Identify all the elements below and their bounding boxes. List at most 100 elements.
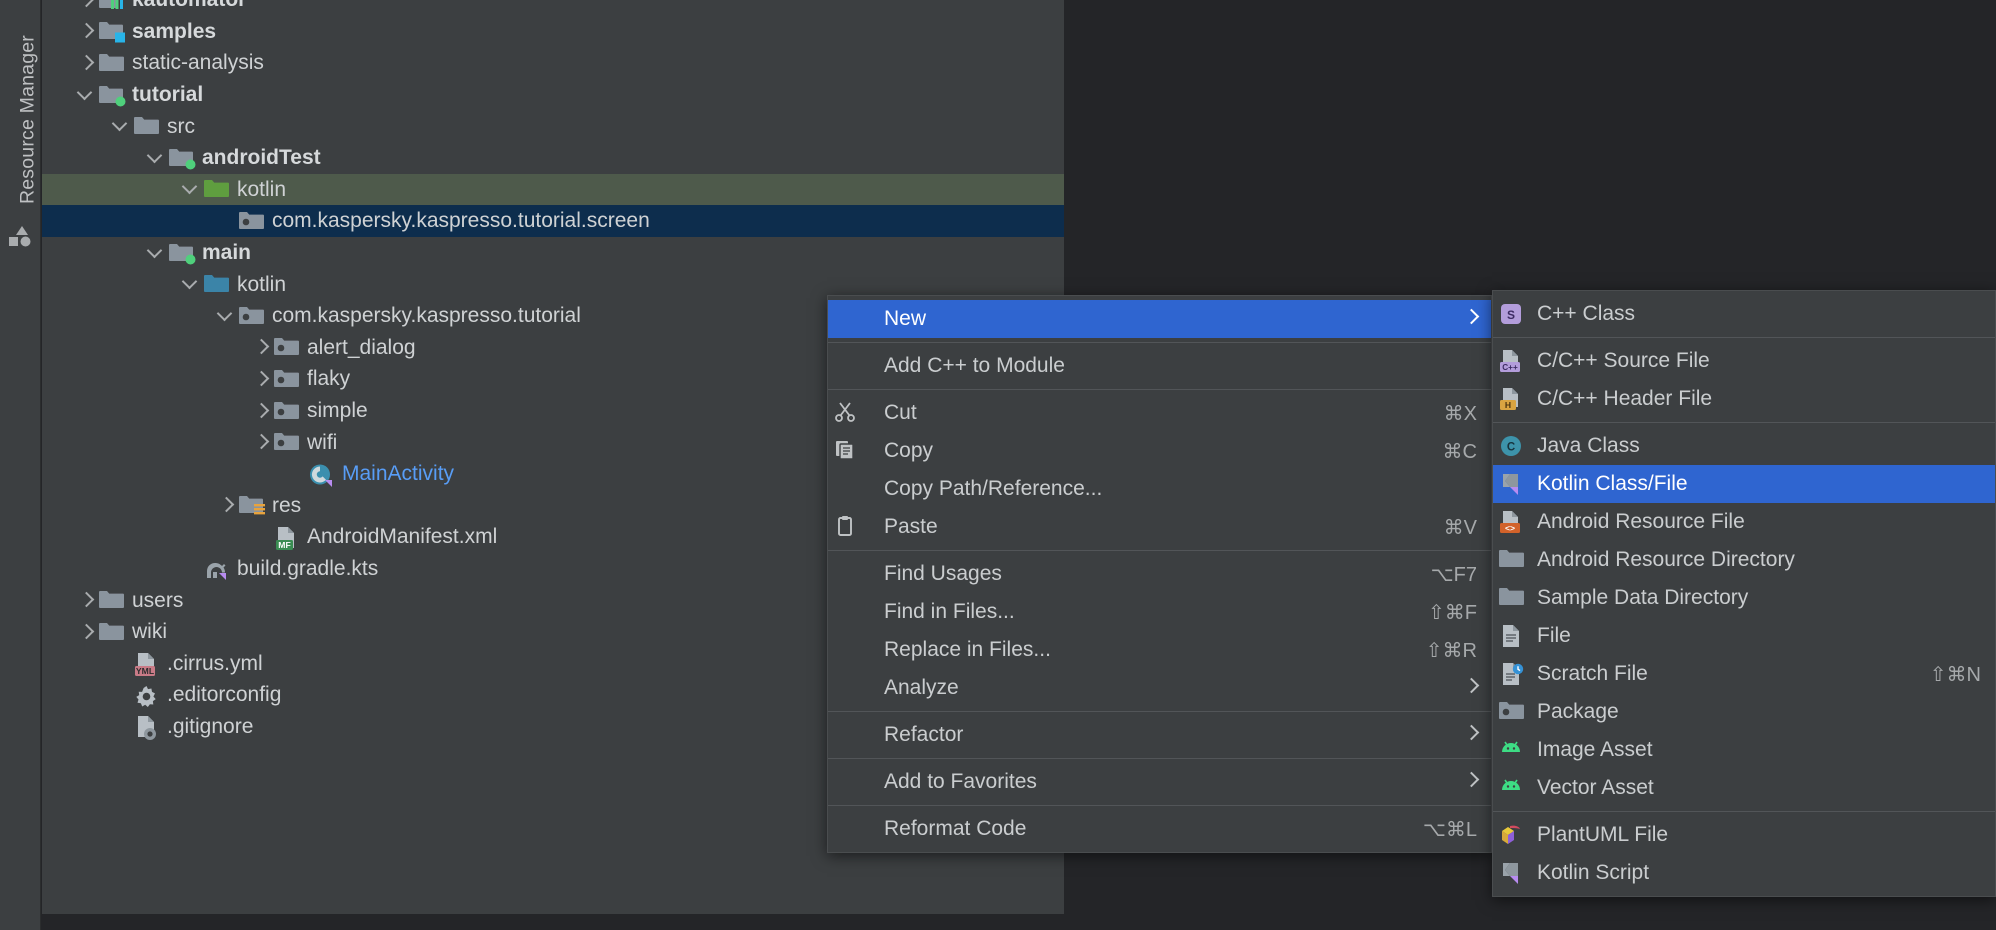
menu-item[interactable]: H C/C++ Header File [1493, 380, 1995, 418]
menu-item-label: Find Usages [884, 562, 1002, 585]
chevron-right-icon[interactable] [75, 589, 97, 611]
chevron-right-icon[interactable] [215, 494, 237, 516]
chevron-right-icon[interactable] [250, 431, 272, 453]
menu-item[interactable]: Kotlin Script [1493, 854, 1995, 892]
menu-icon-slot [828, 306, 866, 332]
chevron-down-icon[interactable] [75, 84, 97, 106]
menu-item-label: C/C++ Source File [1537, 349, 1710, 372]
menu-item[interactable]: Image Asset [1493, 731, 1995, 769]
chevron-down-icon[interactable] [180, 273, 202, 295]
package-icon [272, 430, 300, 454]
menu-icon-slot [828, 561, 866, 587]
cpp-header-file-icon: H [1493, 386, 1531, 412]
package-icon [1493, 699, 1531, 725]
menu-item[interactable]: New [828, 300, 1491, 338]
menu-item[interactable]: PlantUML File [1493, 816, 1995, 854]
menu-item[interactable]: Scratch File ⇧⌘N [1493, 655, 1995, 693]
tree-row[interactable]: androidTest [42, 142, 1064, 174]
menu-item-label: PlantUML File [1537, 823, 1669, 846]
tool-window-button-resource-manager[interactable]: Resource Manager [17, 35, 40, 205]
chevron-down-icon[interactable] [145, 242, 167, 264]
tree-row[interactable]: static-analysis [42, 47, 1064, 79]
chevron-down-icon[interactable] [110, 115, 132, 137]
folder-source-blue-icon [97, 19, 125, 43]
gear-icon [132, 683, 160, 707]
menu-separator [1493, 811, 1995, 812]
menu-item-label: Copy Path/Reference... [884, 477, 1103, 500]
menu-item-label: Add to Favorites [884, 770, 1037, 793]
chevron-right-icon[interactable] [75, 52, 97, 74]
chevron-right-icon[interactable] [75, 621, 97, 643]
menu-item-shortcut: ⌥F7 [1430, 563, 1477, 586]
tree-row-label: flaky [307, 367, 351, 391]
svg-text:C++: C++ [1502, 363, 1518, 372]
svg-text:<>: <> [1505, 523, 1515, 533]
menu-item-label: Paste [884, 515, 938, 538]
menu-item[interactable]: Vector Asset [1493, 769, 1995, 807]
shapes-icon[interactable] [8, 225, 33, 247]
menu-item[interactable]: Analyze [828, 669, 1491, 707]
menu-item[interactable]: Kotlin Class/File [1493, 465, 1995, 503]
menu-item[interactable]: File [1493, 617, 1995, 655]
menu-item[interactable]: C Java Class [1493, 427, 1995, 465]
menu-item[interactable]: Add to Favorites [828, 763, 1491, 801]
menu-separator [1493, 337, 1995, 338]
chevron-right-icon[interactable] [250, 368, 272, 390]
menu-item[interactable]: Copy ⌘C [828, 432, 1491, 470]
chevron-down-icon[interactable] [215, 305, 237, 327]
tree-row[interactable]: kotlin [42, 173, 1064, 206]
menu-item[interactable]: Reformat Code ⌥⌘L [828, 810, 1491, 848]
menu-item-label: Java Class [1537, 434, 1640, 457]
tree-row[interactable]: com.kaspersky.kaspresso.tutorial.screen [42, 205, 1064, 237]
chevron-right-icon[interactable] [75, 20, 97, 42]
menu-item[interactable]: Find in Files... ⇧⌘F [828, 593, 1491, 631]
chevron-right-icon[interactable] [75, 0, 97, 11]
menu-item[interactable]: S C++ Class [1493, 295, 1995, 333]
tree-row[interactable]: kautomator [42, 0, 1064, 16]
context-menu[interactable]: New Add C++ to Module Cut ⌘X Copy ⌘C Copy Path… [827, 295, 1492, 853]
menu-separator [828, 711, 1491, 712]
menu-separator [828, 758, 1491, 759]
menu-item[interactable]: Cut ⌘X [828, 394, 1491, 432]
tree-row[interactable]: src [42, 110, 1064, 142]
menu-item-label: Reformat Code [884, 817, 1027, 840]
menu-item[interactable]: Copy Path/Reference... [828, 470, 1491, 508]
chevron-down-icon[interactable] [180, 178, 202, 200]
menu-item-label: Vector Asset [1537, 776, 1654, 799]
tree-row[interactable]: samples [42, 16, 1064, 48]
android-robot-icon [1493, 775, 1531, 801]
menu-item[interactable]: Android Resource Directory [1493, 541, 1995, 579]
chevron-right-icon[interactable] [250, 336, 272, 358]
new-submenu[interactable]: S C++ Class C++ C/C++ Source File H C/C++ Hea… [1492, 290, 1996, 897]
menu-item[interactable]: Find Usages ⌥F7 [828, 555, 1491, 593]
tree-row-label: com.kaspersky.kaspresso.tutorial [272, 304, 581, 328]
menu-item[interactable]: Paste ⌘V [828, 508, 1491, 546]
tree-row-label: static-analysis [132, 51, 264, 75]
tree-row-label: build.gradle.kts [237, 556, 379, 580]
tree-row[interactable]: tutorial [42, 79, 1064, 111]
menu-item[interactable]: Add C++ to Module [828, 347, 1491, 385]
svg-text:C: C [1507, 442, 1515, 454]
tree-row-label: MainActivity [342, 462, 455, 486]
menu-item[interactable]: Sample Data Directory [1493, 579, 1995, 617]
folder-res-icon [237, 493, 265, 517]
svg-text:MF: MF [278, 540, 290, 550]
tree-row[interactable]: main [42, 237, 1064, 269]
menu-item-label: Android Resource File [1537, 510, 1745, 533]
copy-icon [828, 438, 866, 464]
tree-row-label: wiki [132, 620, 167, 644]
chevron-right-icon[interactable] [250, 400, 272, 422]
menu-item[interactable]: Replace in Files... ⇧⌘R [828, 631, 1491, 669]
menu-item[interactable]: C++ C/C++ Source File [1493, 342, 1995, 380]
menu-item[interactable]: <> Android Resource File [1493, 503, 1995, 541]
git-file-icon [132, 714, 160, 741]
tree-row-label: users [132, 588, 184, 612]
menu-icon-slot [828, 816, 866, 842]
folder-icon [97, 51, 125, 75]
menu-item[interactable]: Refactor [828, 716, 1491, 754]
left-tool-strip: Resource Manager [0, 0, 41, 930]
menu-item[interactable]: Package [1493, 693, 1995, 731]
chevron-down-icon[interactable] [145, 147, 167, 169]
folder-icon [97, 588, 125, 612]
